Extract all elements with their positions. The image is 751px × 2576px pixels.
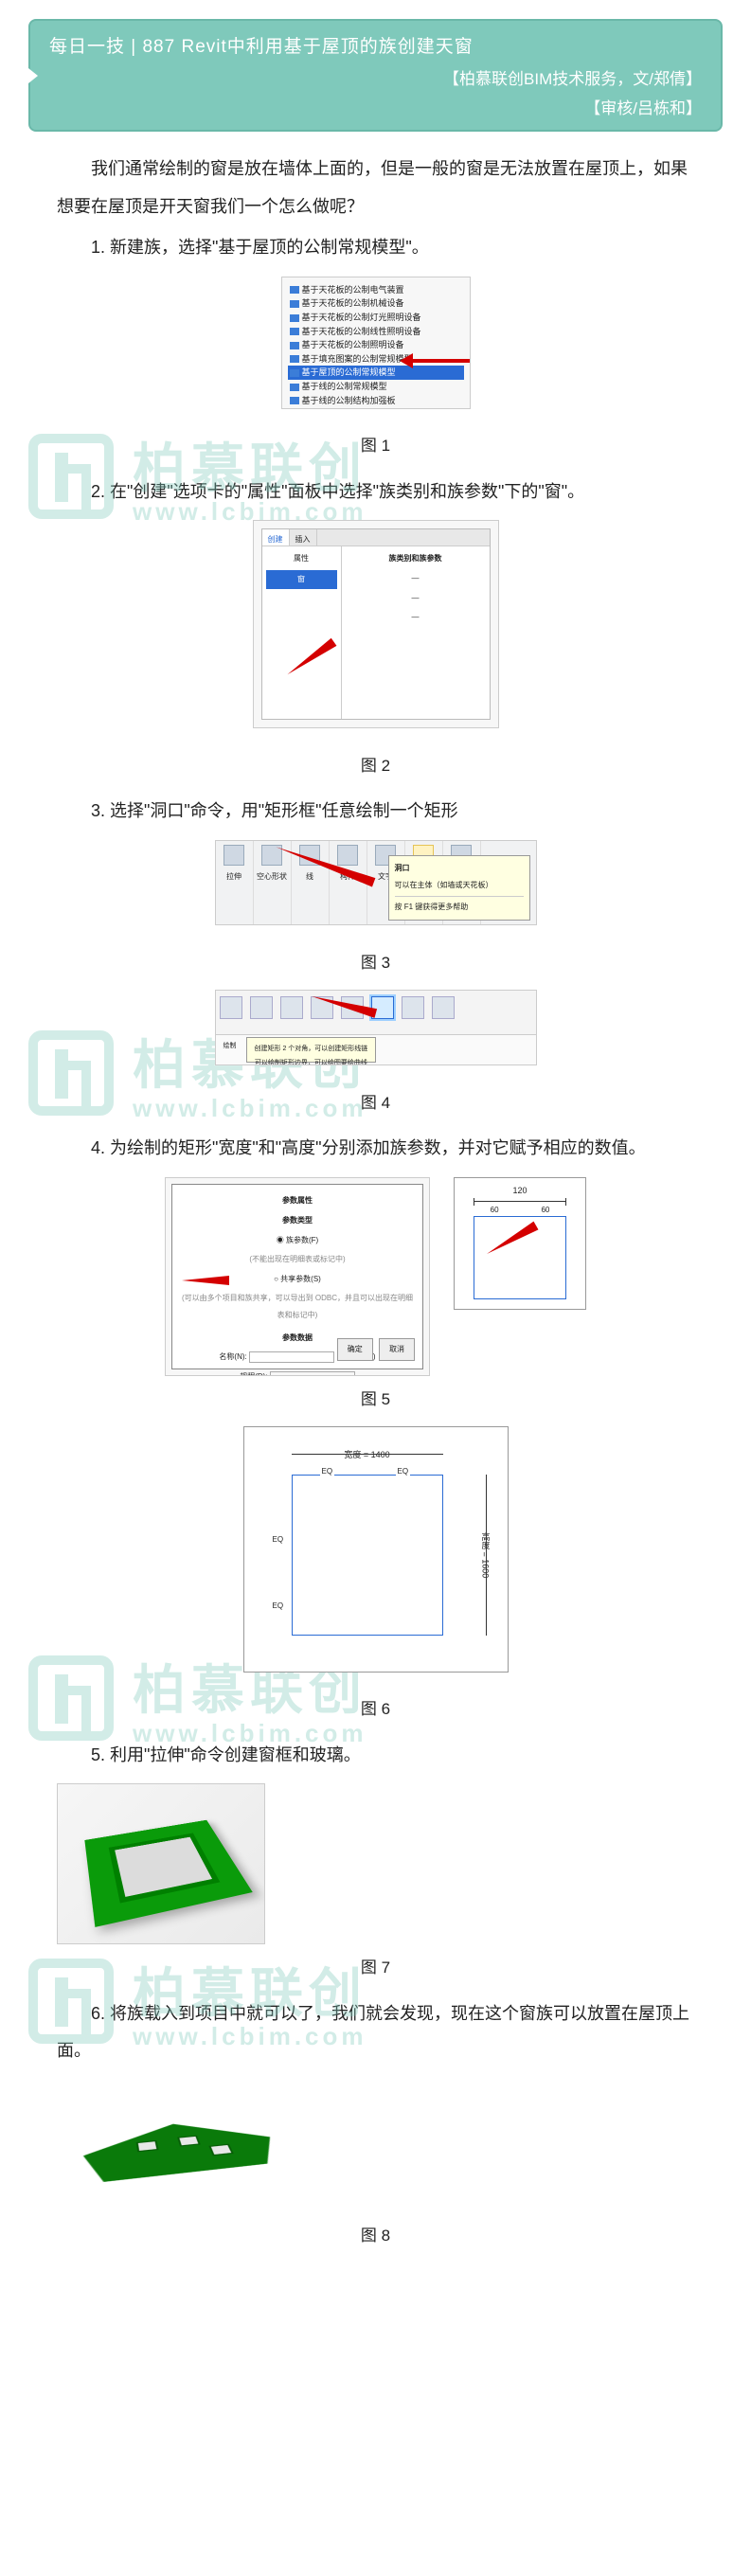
fig3-tooltip-line1: 可以在主体（如墙或天花板） <box>395 877 524 894</box>
fig3-tooltip: 洞口 可以在主体（如墙或天花板） 按 F1 键获得更多帮助 <box>388 855 530 921</box>
figure-6: 宽度 = 1400 高度 = 1600 EQ EQ EQ EQ <box>57 1426 694 1687</box>
figure-2-caption: 图 2 <box>57 748 694 783</box>
fig1-template-item: 基于屋顶的公制常规模型 <box>288 366 464 380</box>
figure-8-image <box>57 2080 303 2212</box>
fig1-template-item: 基于天花板的公制线性照明设备 <box>288 325 464 339</box>
fig5-radio2: 共享参数(S) <box>280 1275 321 1283</box>
fig1-template-item: 基于天花板的公制照明设备 <box>288 338 464 352</box>
figure-5-sketch: 120 60 60 <box>454 1177 586 1310</box>
step-3: 3. 选择"洞口"命令，用"矩形框"任意绘制一个矩形 <box>57 793 694 831</box>
fig5-radio2-note: (可以由多个项目和族共享，可以导出到 ODBC，并且可以出现在明细表和标记中) <box>180 1290 415 1323</box>
fig2-tab-insert: 插入 <box>290 529 317 546</box>
article-reviewer: 【审核/吕栋和】 <box>49 95 702 118</box>
step-1: 1. 新建族，选择"基于屋顶的公制常规模型"。 <box>57 229 694 267</box>
fig3-tooltip-line2: 按 F1 键获得更多帮助 <box>395 896 524 916</box>
fig6-eq-2: EQ <box>396 1463 411 1480</box>
figure-6-caption: 图 6 <box>57 1691 694 1726</box>
fig4-section: 绘制 <box>216 1035 244 1064</box>
figure-3-image: 拉伸空心形状线构件文字洞口模型组 洞口 可以在主体（如墙或天花板） 按 F1 键… <box>215 840 537 925</box>
figure-1: 基于天花板的公制电气装置基于天花板的公制机械设备基于天花板的公制灯光照明设备基于… <box>57 277 694 423</box>
fig6-width: 宽度 = 1400 <box>344 1450 389 1459</box>
fig2-selected-window: 窗 <box>266 570 337 589</box>
fig5-radio1: 族参数(F) <box>286 1236 318 1244</box>
step-6: 6. 将族载入到项目中就可以了，我们就会发现，现在这个窗族可以放置在屋顶上面。 <box>57 1995 694 2070</box>
figure-5-dialog: 参数属性 参数类型 ◉ 族参数(F) (不能出现在明细表或标记中) ○ 共享参数… <box>165 1177 430 1376</box>
figure-7 <box>57 1783 694 1944</box>
fig1-template-item: 基于天花板的公制灯光照明设备 <box>288 311 464 325</box>
fig6-eq-3: EQ <box>271 1531 286 1548</box>
figure-6-image: 宽度 = 1400 高度 = 1600 EQ EQ EQ EQ <box>243 1426 509 1673</box>
article-title: 每日一技 | 887 Revit中利用基于屋顶的族创建天窗 <box>49 32 702 58</box>
fig1-template-item: 基于线的公制结构加强板 <box>288 394 464 408</box>
figure-3: 拉伸空心形状线构件文字洞口模型组 洞口 可以在主体（如墙或天花板） 按 F1 键… <box>57 840 694 939</box>
fig4-tooltip-1: 创建矩形 2 个对角，可以创建矩形线链 <box>255 1042 368 1056</box>
fig1-template-item: 基于线的公制常规模型 <box>288 380 464 394</box>
fig6-eq-4: EQ <box>271 1598 286 1615</box>
fig5-disc-label: 规程(D): <box>240 1372 267 1376</box>
figure-5: 参数属性 参数类型 ◉ 族参数(F) (不能出现在明细表或标记中) ○ 共享参数… <box>57 1177 694 1376</box>
fig2-tab-create: 创建 <box>262 529 290 546</box>
fig1-template-item: 基于天花板的公制电气装置 <box>288 283 464 297</box>
article-author: 【柏慕联创BIM技术服务，文/郑倩】 <box>49 65 702 89</box>
title-banner: 每日一技 | 887 Revit中利用基于屋顶的族创建天窗 【柏慕联创BIM技术… <box>28 19 723 132</box>
figure-3-caption: 图 3 <box>57 945 694 980</box>
figure-4: 绘制 创建矩形 2 个对角，可以创建矩形线链 可以绘制矩形边界，可以绘图要绘曲线 <box>57 990 694 1080</box>
fig1-template-item: 自适应公制常规模型 <box>288 407 464 409</box>
fig1-template-item: 基于天花板的公制机械设备 <box>288 296 464 311</box>
figure-2: 创建 插入 属性 窗 族类别和族参数 ——— <box>57 520 694 742</box>
fig2-panel-title: 族类别和族参数 <box>346 550 486 567</box>
fig3-ribbon-button: 拉伸 <box>216 841 254 924</box>
figure-7-image <box>57 1783 265 1944</box>
figure-8 <box>57 2080 694 2212</box>
step-5: 5. 利用"拉伸"命令创建窗框和玻璃。 <box>57 1737 694 1775</box>
fig5-cancel: 取消 <box>379 1338 415 1361</box>
fig5-ok: 确定 <box>337 1338 373 1361</box>
figure-4-caption: 图 4 <box>57 1085 694 1120</box>
article-body: 我们通常绘制的窗是放在墙体上面的，但是一般的窗是无法放置在屋顶上，如果想要在屋顶… <box>0 151 751 2300</box>
figure-7-caption: 图 7 <box>57 1950 694 1985</box>
fig5-group1: 参数类型 <box>180 1212 415 1229</box>
fig2-props: 属性 <box>266 550 337 567</box>
intro-paragraph: 我们通常绘制的窗是放在墙体上面的，但是一般的窗是无法放置在屋顶上，如果想要在屋顶… <box>57 151 694 225</box>
figure-2-image: 创建 插入 属性 窗 族类别和族参数 ——— <box>253 520 499 728</box>
fig5-name-label: 名称(N): <box>219 1352 246 1361</box>
step-4: 4. 为绘制的矩形"宽度"和"高度"分别添加族参数，并对它赋予相应的数值。 <box>57 1130 694 1168</box>
figure-4-image: 绘制 创建矩形 2 个对角，可以创建矩形线链 可以绘制矩形边界，可以绘图要绘曲线 <box>215 990 537 1065</box>
fig5-radio1-note: (不能出现在明细表或标记中) <box>180 1251 415 1268</box>
figure-8-caption: 图 8 <box>57 2218 694 2253</box>
fig5-dialog-title: 参数属性 <box>180 1192 415 1209</box>
figure-1-image: 基于天花板的公制电气装置基于天花板的公制机械设备基于天花板的公制灯光照明设备基于… <box>281 277 471 409</box>
step-2: 2. 在"创建"选项卡的"属性"面板中选择"族类别和族参数"下的"窗"。 <box>57 474 694 511</box>
fig3-tooltip-title: 洞口 <box>395 860 524 877</box>
figure-5-caption: 图 5 <box>57 1382 694 1417</box>
fig4-tooltip-2: 可以绘制矩形边界，可以绘图要绘曲线 <box>255 1056 368 1065</box>
fig6-eq-1: EQ <box>320 1463 335 1480</box>
figure-1-caption: 图 1 <box>57 428 694 463</box>
